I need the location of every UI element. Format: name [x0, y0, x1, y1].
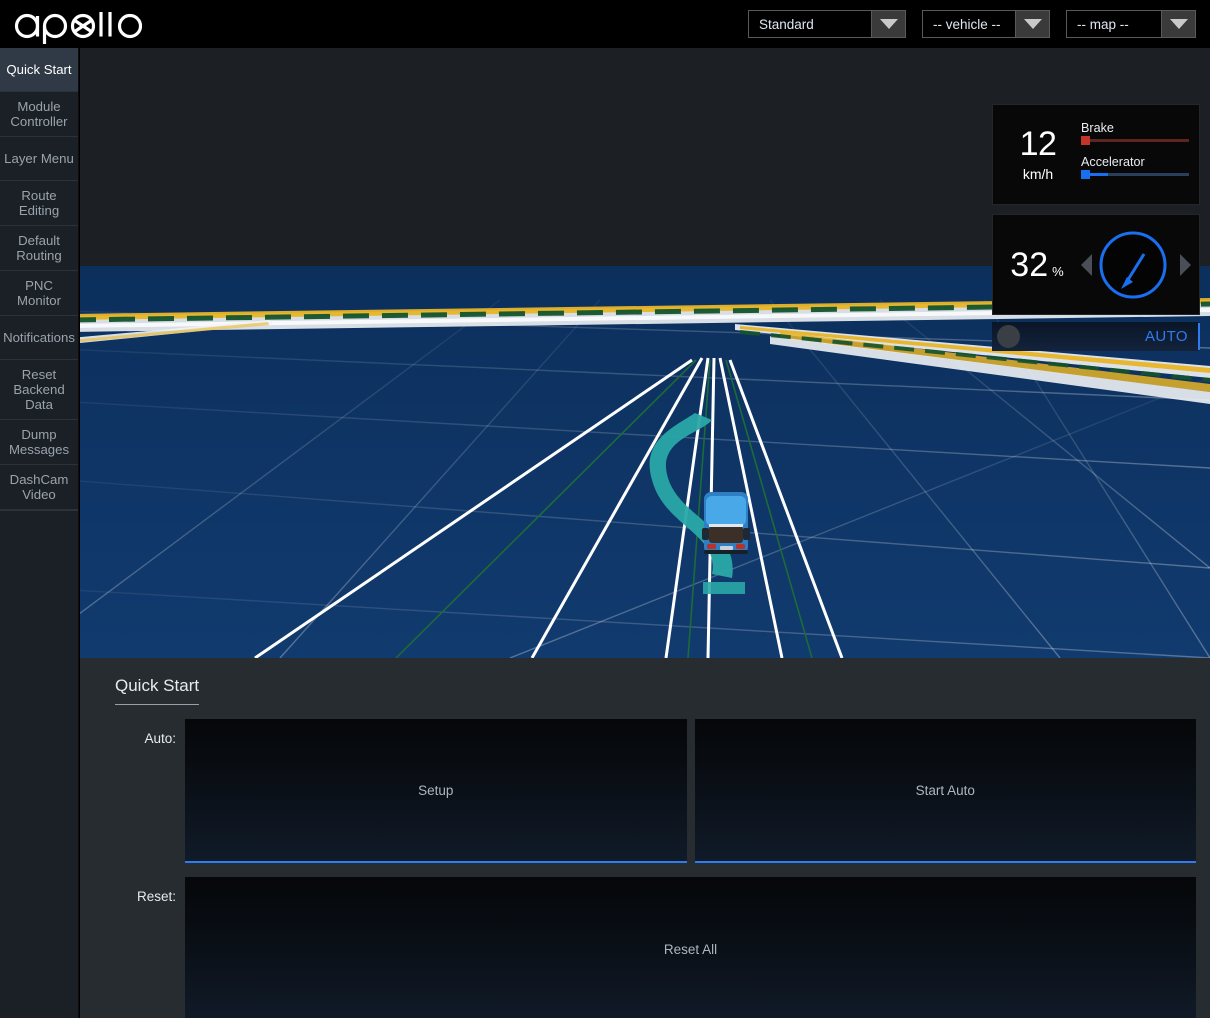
steering-unit: %	[1052, 263, 1064, 279]
pedal-indicators: Brake Accelerator	[1071, 121, 1191, 189]
auto-toggle-knob[interactable]	[997, 325, 1020, 348]
speed-readout: 12 km/h	[1005, 127, 1071, 182]
lane-boundaries	[254, 357, 844, 658]
reset-row-label: Reset:	[136, 889, 176, 904]
brake-label: Brake	[1081, 120, 1114, 135]
brake-knob	[1081, 135, 1090, 145]
sidebar-item-label: DashCam Video	[9, 472, 69, 502]
sidebar-item-label: PNC Monitor	[17, 278, 61, 308]
accelerator-bar	[1081, 169, 1189, 179]
speed-panel: 12 km/h Brake Accelerator	[992, 104, 1200, 205]
sidebar-item-reset-backend-data[interactable]: Reset Backend Data	[0, 360, 78, 420]
steering-readout: 32 %	[993, 248, 1081, 282]
setup-button[interactable]: Setup	[185, 719, 687, 863]
triangle-left-icon[interactable]	[1081, 253, 1092, 276]
apollo-logo	[10, 2, 150, 46]
sidebar-item-dump-messages[interactable]: Dump Messages	[0, 420, 78, 465]
chevron-down-icon[interactable]	[1161, 11, 1195, 37]
accelerator-label: Accelerator	[1081, 154, 1145, 169]
vehicle-select[interactable]: -- vehicle --	[922, 10, 1050, 38]
sidebar-item-pnc-monitor[interactable]: PNC Monitor	[0, 271, 78, 316]
header-select-group: Standard -- vehicle -- -- map --	[748, 10, 1196, 38]
sidebar-item-label: Dump Messages	[8, 427, 70, 457]
ego-vehicle	[702, 492, 750, 554]
mode-select-value: Standard	[759, 16, 814, 32]
speed-value: 12	[1019, 125, 1057, 163]
start-auto-button[interactable]: Start Auto	[694, 719, 1196, 863]
sidebar-item-dashcam-video[interactable]: DashCam Video	[0, 465, 78, 510]
sidebar-item-label: Default Routing	[16, 233, 62, 263]
sidebar: Quick Start Module Controller Layer Menu…	[0, 48, 79, 1018]
auto-mode-toggle[interactable]: AUTO	[992, 322, 1200, 351]
reset-row: Reset: Reset All	[98, 877, 1196, 1018]
auto-row-buttons: Setup Start Auto	[185, 719, 1196, 863]
sidebar-item-label: Module Controller	[10, 99, 68, 129]
apollo-dreamview-app: Standard -- vehicle -- -- map -- Quick S…	[0, 0, 1210, 1018]
sidebar-item-layer-menu[interactable]: Layer Menu	[0, 137, 78, 181]
chevron-down-icon[interactable]	[1015, 11, 1049, 37]
auto-edge-indicator	[1198, 323, 1200, 350]
vehicle-select-value: -- vehicle --	[933, 16, 1001, 32]
sidebar-item-module-controller[interactable]: Module Controller	[0, 92, 78, 137]
triangle-right-icon[interactable]	[1180, 253, 1191, 276]
sidebar-item-default-routing[interactable]: Default Routing	[0, 226, 78, 271]
quick-start-panel: Quick Start Auto: Setup Start Auto Reset…	[80, 658, 1210, 1018]
brake-bar	[1081, 135, 1189, 145]
header-bar: Standard -- vehicle -- -- map --	[0, 0, 1210, 48]
3d-scene-viewport[interactable]: 12 km/h Brake Accelerator 32 % AUTO	[80, 48, 1210, 658]
mode-select[interactable]: Standard	[748, 10, 906, 38]
sidebar-item-route-editing[interactable]: Route Editing	[0, 181, 78, 226]
page-title: Quick Start	[115, 676, 200, 705]
map-select[interactable]: -- map --	[1066, 10, 1196, 38]
sidebar-filler	[0, 510, 78, 910]
reset-all-button[interactable]: Reset All	[185, 877, 1196, 1018]
sidebar-item-quick-start[interactable]: Quick Start	[0, 48, 78, 92]
reset-row-buttons: Reset All	[185, 877, 1196, 1018]
steering-value: 32	[1010, 245, 1049, 284]
sidebar-item-label: Quick Start	[6, 62, 72, 77]
steering-wheel-icon	[1099, 231, 1167, 298]
chevron-down-icon[interactable]	[871, 11, 905, 37]
sidebar-item-label: Layer Menu	[4, 151, 74, 166]
map-select-value: -- map --	[1077, 16, 1129, 32]
auto-label: AUTO	[1145, 328, 1188, 345]
accelerator-knob	[1081, 169, 1090, 179]
sidebar-item-label: Route Editing	[18, 188, 60, 218]
auto-row: Auto: Setup Start Auto	[98, 719, 1196, 863]
auto-toggle-right: AUTO	[1145, 323, 1200, 350]
auto-row-label: Auto:	[144, 731, 176, 746]
sidebar-item-label: Notifications	[3, 330, 75, 345]
sidebar-item-notifications[interactable]: Notifications	[0, 316, 78, 360]
steering-panel: 32 %	[992, 214, 1200, 315]
speed-unit: km/h	[1022, 166, 1054, 182]
sidebar-item-label: Reset Backend Data	[13, 367, 65, 412]
